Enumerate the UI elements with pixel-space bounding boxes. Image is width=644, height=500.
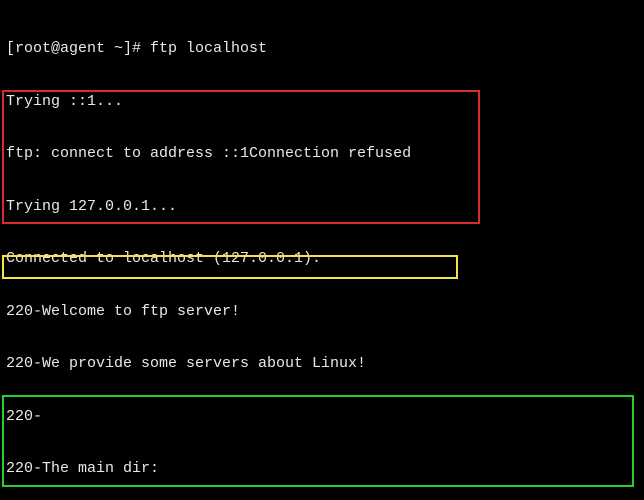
shell-prompt-line: [root@agent ~]# ftp localhost	[6, 40, 638, 58]
banner-line: 220-We provide some servers about Linux!	[6, 355, 638, 373]
output-line: Trying 127.0.0.1...	[6, 198, 638, 216]
banner-line: 220-	[6, 408, 638, 426]
output-line: ftp: connect to address ::1Connection re…	[6, 145, 638, 163]
output-line: Trying ::1...	[6, 93, 638, 111]
output-line: Connected to localhost (127.0.0.1).	[6, 250, 638, 268]
banner-line: 220-Welcome to ftp server!	[6, 303, 638, 321]
banner-line: 220-The main dir:	[6, 460, 638, 478]
terminal-window[interactable]: [root@agent ~]# ftp localhost Trying ::1…	[0, 0, 644, 500]
